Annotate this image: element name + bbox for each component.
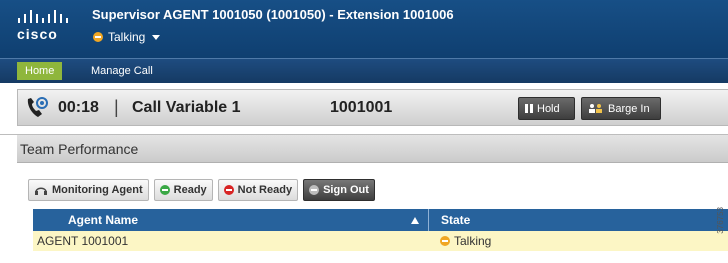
not-ready-status-icon bbox=[223, 185, 234, 195]
column-header-agent-name[interactable]: Agent Name bbox=[33, 209, 429, 231]
talking-status-icon bbox=[93, 32, 103, 42]
monitoring-agent-button[interactable]: Monitoring Agent bbox=[28, 179, 149, 201]
sign-out-status-icon bbox=[309, 185, 320, 195]
nav-bar: Home Manage Call bbox=[0, 58, 728, 83]
ready-button[interactable]: Ready bbox=[153, 179, 213, 201]
tab-home[interactable]: Home bbox=[17, 62, 63, 80]
call-control-bar: 00:18 | Call Variable 1 1001001 Hold Bar… bbox=[17, 89, 728, 126]
table-header: Agent Name State bbox=[33, 209, 728, 231]
team-performance-panel: Team Performance Monitoring Agent Ready … bbox=[0, 134, 728, 263]
state-header-label: State bbox=[441, 213, 471, 227]
table-row[interactable]: AGENT 1001001 Talking bbox=[33, 231, 728, 251]
barge-in-button[interactable]: Barge In bbox=[581, 97, 661, 120]
pause-icon bbox=[525, 104, 533, 113]
state-cell: Talking bbox=[429, 231, 728, 251]
agent-name-cell: AGENT 1001001 bbox=[37, 234, 129, 248]
phone-icon bbox=[27, 97, 48, 117]
hold-label: Hold bbox=[537, 102, 560, 115]
ready-label: Ready bbox=[173, 184, 207, 196]
app-header: cisco Supervisor AGENT 1001050 (1001050)… bbox=[0, 0, 728, 58]
call-variable: Call Variable 1 bbox=[132, 99, 241, 116]
call-separator: | bbox=[114, 97, 119, 117]
not-ready-button[interactable]: Not Ready bbox=[217, 179, 299, 201]
state-label: Talking bbox=[454, 234, 492, 248]
agent-status-dropdown[interactable]: Talking bbox=[93, 29, 161, 45]
column-header-state[interactable]: State bbox=[429, 209, 728, 231]
caller-number: 1001001 bbox=[330, 99, 393, 116]
page-title: Supervisor AGENT 1001050 (1001050) - Ext… bbox=[92, 7, 454, 22]
chevron-down-icon bbox=[152, 34, 161, 40]
barge-in-icon bbox=[589, 104, 602, 113]
sort-ascending-icon bbox=[411, 217, 419, 224]
team-toolbar: Monitoring Agent Ready Not Ready Sign Ou… bbox=[28, 179, 375, 203]
talking-status-icon bbox=[440, 236, 450, 246]
status-label: Talking bbox=[108, 30, 146, 44]
sign-out-button[interactable]: Sign Out bbox=[303, 179, 375, 201]
tab-manage-call[interactable]: Manage Call bbox=[91, 63, 153, 79]
call-duration: 00:18 bbox=[58, 99, 99, 116]
not-ready-label: Not Ready bbox=[237, 184, 293, 196]
panel-title: Team Performance bbox=[17, 135, 728, 163]
barge-in-label: Barge In bbox=[608, 102, 650, 115]
ready-status-icon bbox=[159, 185, 170, 195]
hold-button[interactable]: Hold bbox=[518, 97, 575, 120]
figure-id: 376753 bbox=[716, 207, 725, 234]
headset-icon bbox=[35, 187, 47, 195]
cisco-logo: cisco bbox=[17, 8, 73, 48]
monitoring-agent-label: Monitoring Agent bbox=[52, 184, 143, 196]
cisco-bars-icon bbox=[18, 10, 68, 23]
sign-out-label: Sign Out bbox=[323, 184, 369, 196]
logo-text: cisco bbox=[17, 26, 58, 42]
agent-table: Agent Name State AGENT 1001001 Talking bbox=[33, 209, 728, 251]
agent-name-header-label: Agent Name bbox=[68, 213, 139, 227]
